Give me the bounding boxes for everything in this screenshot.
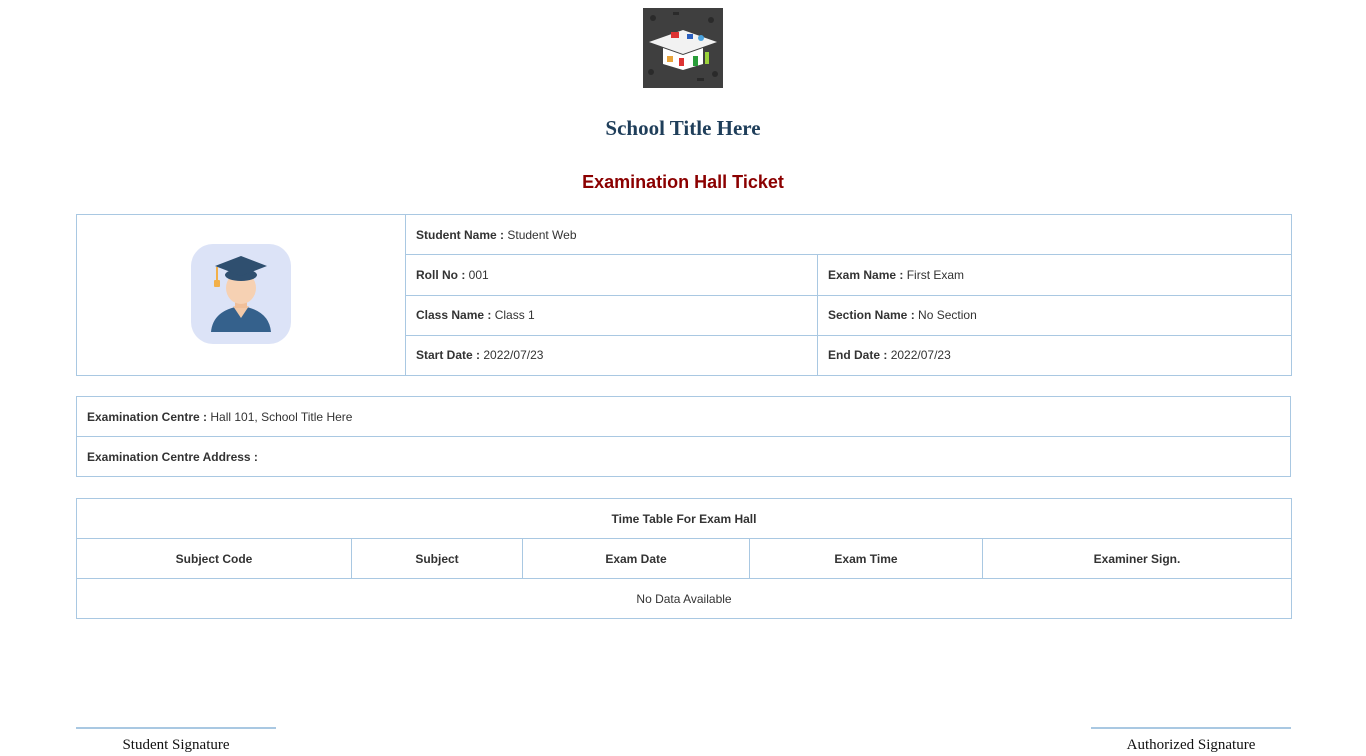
start-date-cell: Start Date : 2022/07/23 — [405, 334, 818, 377]
roll-no-label: Roll No : — [416, 267, 466, 282]
authorized-signature-line — [1091, 727, 1291, 729]
section-name-label: Section Name : — [828, 308, 915, 323]
exam-centre-address-cell: Examination Centre Address : — [76, 436, 1291, 477]
class-name-cell: Class Name : Class 1 — [405, 294, 818, 336]
exam-centre-value: Hall 101, School Title Here — [210, 409, 353, 424]
class-name-value: Class 1 — [494, 308, 535, 323]
section-name-value: No Section — [918, 308, 977, 323]
exam-centre-label: Examination Centre : — [87, 409, 208, 424]
student-photo-cell — [76, 214, 406, 376]
column-header-examiner-sign: Examiner Sign. — [982, 538, 1292, 579]
student-avatar-icon — [191, 243, 291, 347]
exam-name-label: Exam Name : — [828, 267, 904, 282]
exam-name-cell: Exam Name : First Exam — [817, 254, 1292, 296]
authorized-signature-label: Authorized Signature — [1126, 737, 1256, 753]
student-name-value: Student Web — [507, 227, 577, 242]
timetable-title: Time Table For Exam Hall — [76, 498, 1292, 539]
end-date-cell: End Date : 2022/07/23 — [817, 334, 1292, 377]
start-date-label: Start Date : — [416, 348, 481, 363]
roll-no-value: 001 — [468, 267, 489, 282]
class-name-label: Class Name : — [416, 308, 492, 323]
timetable-table: Time Table For Exam Hall Subject Code Su… — [76, 498, 1292, 619]
ticket-title: Examination Hall Ticket — [582, 172, 784, 192]
exam-centre-table: Examination Centre : Hall 101, School Ti… — [76, 396, 1291, 477]
school-title: School Title Here — [605, 116, 761, 140]
school-logo-icon — [643, 8, 723, 88]
column-header-subject-code: Subject Code — [76, 538, 352, 579]
column-header-exam-date: Exam Date — [522, 538, 750, 579]
start-date-value: 2022/07/23 — [483, 348, 544, 363]
exam-name-value: First Exam — [906, 267, 965, 282]
exam-centre-address-label: Examination Centre Address : — [87, 449, 258, 464]
end-date-label: End Date : — [828, 348, 888, 363]
section-name-cell: Section Name : No Section — [817, 294, 1292, 336]
column-header-exam-time: Exam Time — [749, 538, 983, 579]
exam-centre-cell: Examination Centre : Hall 101, School Ti… — [76, 396, 1291, 437]
no-data-message: No Data Available — [76, 578, 1292, 619]
student-signature-label: Student Signature — [122, 737, 230, 753]
student-signature-line — [76, 727, 276, 729]
roll-no-cell: Roll No : 001 — [405, 254, 818, 296]
column-header-subject: Subject — [351, 538, 523, 579]
student-name-cell: Student Name : Student Web — [405, 213, 1292, 256]
student-info-table: Student Name : Student Web Roll No : 001… — [76, 213, 1292, 377]
student-name-label: Student Name : — [416, 227, 505, 242]
end-date-value: 2022/07/23 — [890, 348, 951, 363]
